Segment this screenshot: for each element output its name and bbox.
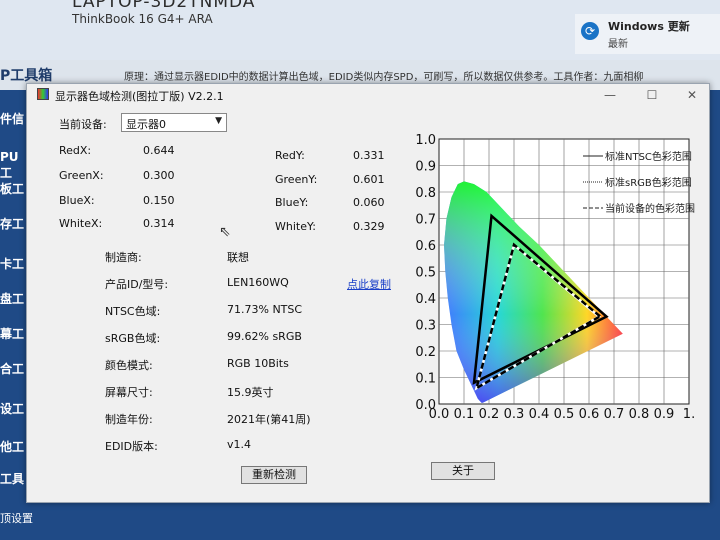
info-value: 71.73% NTSC xyxy=(227,303,303,316)
background-header: LAPTOP-3D2TNMDA ThinkBook 16 G4+ ARA ⟳ W… xyxy=(0,0,720,60)
sidebar-item[interactable]: 幕工 xyxy=(0,325,24,342)
model-name: ThinkBook 16 G4+ ARA xyxy=(72,12,213,26)
x-tick-label: 1. xyxy=(683,407,695,420)
x-tick-label: 0.6 xyxy=(579,407,600,420)
y-tick-label: 0.6 xyxy=(415,239,436,254)
sidebar-item[interactable]: PU工 xyxy=(0,150,24,181)
y-tick-label: 0.7 xyxy=(415,213,436,228)
app-icon xyxy=(37,88,49,100)
cie-gamut-chart: 0.0 0.1 0.2 0.3 0.4 0.5 0.6 0.7 0.8 0.9 1. 1.0 0.9 0.… xyxy=(415,133,695,420)
sidebar-item[interactable]: 板工 xyxy=(0,180,24,197)
copy-model-link[interactable]: 点此复制 xyxy=(347,276,391,292)
sidebar-item[interactable]: 合工 xyxy=(0,360,24,377)
about-button[interactable]: 关于 xyxy=(431,462,495,480)
windows-update-status: 最新 xyxy=(608,39,628,50)
bluex-label: BlueX: xyxy=(59,194,95,207)
legend-label: 当前设备的色彩范围 xyxy=(605,202,695,215)
bluey-label: BlueY: xyxy=(275,196,309,209)
info-label: 制造年份: xyxy=(105,413,153,426)
info-value: 99.62% sRGB xyxy=(227,330,302,343)
info-value: v1.4 xyxy=(227,438,252,451)
window-title: 显示器色域检测(图拉丁版) V2.2.1 xyxy=(55,90,224,103)
y-tick-label: 0.8 xyxy=(415,186,436,201)
x-tick-label: 0.2 xyxy=(479,407,500,420)
whitex-value: 0.314 xyxy=(143,217,175,230)
sidebar-item[interactable]: 卡工 xyxy=(0,255,24,272)
minimize-button[interactable]: — xyxy=(595,86,625,104)
toolbox-title: P工具箱 xyxy=(0,68,53,84)
close-button[interactable]: ✕ xyxy=(677,86,707,104)
sidebar-item[interactable]: 设工 xyxy=(0,400,24,417)
whitex-label: WhiteX: xyxy=(59,217,103,230)
info-label: 产品ID/型号: xyxy=(105,278,169,291)
y-tick-label: 0.2 xyxy=(415,345,436,360)
device-select[interactable]: 显示器0 ▼ xyxy=(121,113,227,132)
info-value: 联想 xyxy=(227,251,249,264)
y-tick-label: 0.1 xyxy=(415,372,436,387)
sidebar-item[interactable]: 工具 xyxy=(0,470,24,487)
bluey-value: 0.060 xyxy=(353,196,385,209)
redx-value: 0.644 xyxy=(143,144,175,157)
windows-update-title: Windows 更新 xyxy=(608,20,690,33)
x-tick-label: 0.4 xyxy=(529,407,550,420)
y-tick-label: 0.9 xyxy=(415,160,436,175)
hostname: LAPTOP-3D2TNMDA xyxy=(72,0,256,12)
sidebar-item[interactable]: 他工 xyxy=(0,438,24,455)
redy-value: 0.331 xyxy=(353,149,385,162)
greenx-value: 0.300 xyxy=(143,169,175,182)
sidebar-item[interactable]: 盘工 xyxy=(0,290,24,307)
info-label: 屏幕尺寸: xyxy=(105,386,153,399)
info-label: EDID版本: xyxy=(105,440,158,453)
x-tick-label: 0.9 xyxy=(654,407,675,420)
info-label: NTSC色域: xyxy=(105,305,161,318)
y-tick-label: 0.4 xyxy=(415,292,436,307)
sidebar-item[interactable]: 件信 xyxy=(0,110,24,127)
x-tick-label: 0.3 xyxy=(504,407,525,420)
y-tick-label: 0.0 xyxy=(415,398,436,413)
info-label: 颜色模式: xyxy=(105,359,153,372)
bluex-value: 0.150 xyxy=(143,194,175,207)
maximize-button[interactable]: ☐ xyxy=(637,86,667,104)
y-tick-label: 0.3 xyxy=(415,319,436,334)
x-tick-label: 0.5 xyxy=(554,407,575,420)
info-value: 2021年(第41周) xyxy=(227,413,311,426)
device-label: 当前设备: xyxy=(59,118,107,131)
legend-label: 标准sRGB色彩范围 xyxy=(605,176,692,189)
title-bar: 显示器色域检测(图拉丁版) V2.2.1 — ☐ ✕ xyxy=(27,84,709,106)
redetect-button[interactable]: 重新检测 xyxy=(241,466,307,484)
device-select-value: 显示器0 xyxy=(126,118,166,131)
greeny-label: GreenY: xyxy=(275,173,318,186)
toolbox-description: 原理：通过显示器EDID中的数据计算出色域，EDID类似内存SPD，可刷写，所以… xyxy=(124,72,644,83)
info-label: sRGB色域: xyxy=(105,332,161,345)
windows-update-tile[interactable]: ⟳ Windows 更新 最新 xyxy=(575,14,720,54)
mouse-cursor-icon: ⇖ xyxy=(219,224,231,240)
y-tick-label: 0.5 xyxy=(415,266,436,281)
info-value: 15.9英寸 xyxy=(227,386,274,399)
info-value: LEN160WQ xyxy=(227,276,289,289)
chevron-down-icon: ▼ xyxy=(215,116,222,126)
legend-label: 标准NTSC色彩范围 xyxy=(605,150,692,163)
greenx-label: GreenX: xyxy=(59,169,104,182)
greeny-value: 0.601 xyxy=(353,173,385,186)
redy-label: RedY: xyxy=(275,149,305,162)
refresh-icon: ⟳ xyxy=(581,22,599,40)
gamut-window: 显示器色域检测(图拉丁版) V2.2.1 — ☐ ✕ 当前设备: 显示器0 ▼ … xyxy=(26,83,710,503)
whitey-label: WhiteY: xyxy=(275,220,316,233)
whitey-value: 0.329 xyxy=(353,220,385,233)
x-tick-label: 0.7 xyxy=(604,407,625,420)
x-tick-label: 0.8 xyxy=(629,407,650,420)
redx-label: RedX: xyxy=(59,144,92,157)
info-value: RGB 10Bits xyxy=(227,357,289,370)
sidebar-settings[interactable]: 顶设置 xyxy=(0,510,33,526)
y-tick-label: 1.0 xyxy=(415,133,436,148)
sidebar-item[interactable]: 存工 xyxy=(0,215,24,232)
info-label: 制造商: xyxy=(105,251,142,264)
x-tick-label: 0.1 xyxy=(454,407,475,420)
